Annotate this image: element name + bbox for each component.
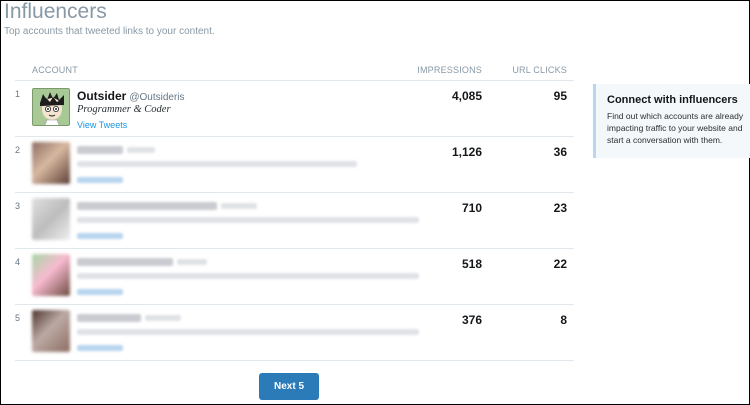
- row-rank: 5: [15, 313, 21, 323]
- url-clicks-value: 22: [553, 257, 567, 271]
- blurred-bio: [77, 161, 357, 167]
- column-header-impressions: IMPRESSIONS: [417, 65, 482, 75]
- impressions-value: 518: [461, 257, 482, 271]
- blurred-view-tweets-link[interactable]: [77, 233, 123, 239]
- blurred-name: [77, 258, 173, 266]
- panel-text: Find out which accounts are already impa…: [607, 111, 744, 145]
- column-header-url-clicks: URL CLICKS: [512, 65, 567, 75]
- blurred-name: [77, 146, 123, 154]
- account-name[interactable]: Outsider @Outsideris: [77, 89, 185, 103]
- avatar[interactable]: [32, 310, 70, 352]
- blurred-bio: [77, 329, 419, 335]
- url-clicks-value: 36: [553, 145, 567, 159]
- column-header-account: ACCOUNT: [32, 65, 78, 75]
- connect-influencers-panel: Connect with influencers Find out which …: [593, 84, 750, 158]
- blurred-bio: [77, 217, 419, 223]
- blurred-handle: [127, 147, 155, 153]
- avatar[interactable]: [32, 254, 70, 296]
- account-handle: @Outsideris: [129, 92, 185, 103]
- account-bio: Programmer & Coder: [77, 104, 171, 115]
- table-row: 2 1,126 36: [15, 137, 574, 193]
- blurred-handle: [145, 315, 181, 321]
- avatar[interactable]: [32, 88, 70, 126]
- url-clicks-value: 95: [553, 89, 567, 103]
- view-tweets-link[interactable]: View Tweets: [77, 120, 127, 130]
- blurred-handle: [221, 203, 257, 209]
- table-row: 5 376 8: [15, 305, 574, 361]
- table-row: 1 Outsider @Outsideris Programmer & Coder…: [15, 81, 574, 137]
- table-row: 3 710 23: [15, 193, 574, 249]
- blurred-handle: [177, 259, 207, 265]
- impressions-value: 1,126: [451, 145, 482, 159]
- avatar[interactable]: [32, 142, 70, 184]
- row-rank: 3: [15, 201, 21, 211]
- row-rank: 2: [15, 145, 21, 155]
- panel-title: Connect with influencers: [607, 94, 738, 106]
- impressions-value: 376: [461, 313, 482, 327]
- page-subtitle: Top accounts that tweeted links to your …: [4, 26, 215, 37]
- avatar[interactable]: [32, 198, 70, 240]
- impressions-value: 710: [461, 201, 482, 215]
- row-rank: 1: [15, 89, 21, 99]
- table-row: 4 518 22: [15, 249, 574, 305]
- url-clicks-value: 8: [560, 313, 567, 327]
- next-5-button[interactable]: Next 5: [259, 373, 319, 400]
- row-rank: 4: [15, 257, 21, 267]
- blurred-view-tweets-link[interactable]: [77, 177, 123, 183]
- blurred-name: [77, 314, 141, 322]
- blurred-bio: [77, 273, 419, 279]
- blurred-view-tweets-link[interactable]: [77, 345, 123, 351]
- url-clicks-value: 23: [553, 201, 567, 215]
- blurred-view-tweets-link[interactable]: [77, 289, 123, 295]
- blurred-name: [77, 202, 217, 210]
- page-title: Influencers: [4, 0, 107, 23]
- impressions-value: 4,085: [451, 89, 482, 103]
